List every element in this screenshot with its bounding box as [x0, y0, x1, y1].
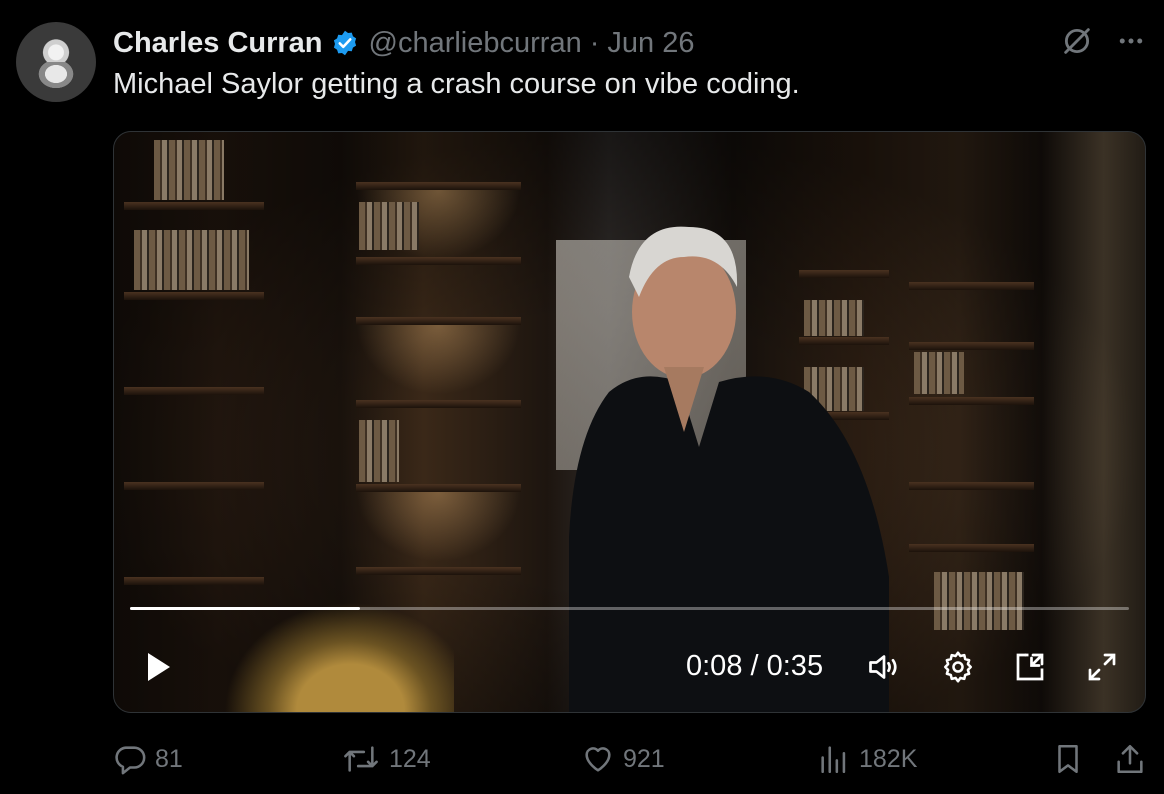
repost-button[interactable]: 124 [341, 742, 431, 776]
pip-icon[interactable] [1012, 649, 1048, 685]
video-progress-bar[interactable] [130, 607, 1129, 610]
video-player[interactable]: 0:08 / 0:35 [113, 131, 1146, 713]
time-separator: / [742, 650, 767, 682]
share-icon [1117, 744, 1143, 774]
avatar[interactable] [16, 22, 96, 102]
more-icon[interactable] [1116, 26, 1146, 56]
author-name[interactable]: Charles Curran [113, 27, 323, 60]
volume-icon[interactable] [866, 649, 902, 685]
tweet-header: Charles Curran @charliebcurran · Jun 26 [113, 24, 694, 62]
repost-icon [344, 746, 378, 772]
tweet-actions: 81 124 921 182K [113, 742, 1153, 778]
settings-icon[interactable] [940, 649, 976, 685]
like-icon [585, 747, 611, 772]
video-progress-fill [130, 607, 360, 610]
grok-icon[interactable] [1060, 24, 1094, 58]
verified-badge-icon[interactable] [331, 29, 359, 57]
repost-count: 124 [389, 744, 431, 773]
share-button[interactable] [1113, 742, 1147, 776]
tweet-date[interactable]: Jun 26 [607, 27, 694, 60]
video-time: 0:08 / 0:35 [686, 650, 823, 683]
current-time: 0:08 [686, 650, 743, 682]
like-button[interactable]: 921 [581, 742, 665, 776]
reply-count: 81 [155, 744, 183, 773]
view-count: 182K [859, 744, 918, 773]
top-actions [1060, 24, 1146, 58]
separator-dot: · [589, 26, 600, 59]
like-count: 921 [623, 744, 665, 773]
bookmark-icon [1058, 744, 1078, 774]
author-handle[interactable]: @charliebcurran [369, 27, 582, 60]
duration: 0:35 [766, 650, 824, 682]
bookmark-button[interactable] [1051, 742, 1085, 776]
fullscreen-icon[interactable] [1084, 649, 1120, 685]
reply-button[interactable]: 81 [113, 742, 183, 776]
views-button[interactable]: 182K [817, 742, 917, 776]
video-controls: 0:08 / 0:35 [114, 637, 1145, 697]
views-icon [821, 746, 846, 774]
tweet-text: Michael Saylor getting a crash course on… [113, 68, 800, 100]
play-icon[interactable] [144, 651, 174, 683]
reply-icon [115, 746, 146, 775]
